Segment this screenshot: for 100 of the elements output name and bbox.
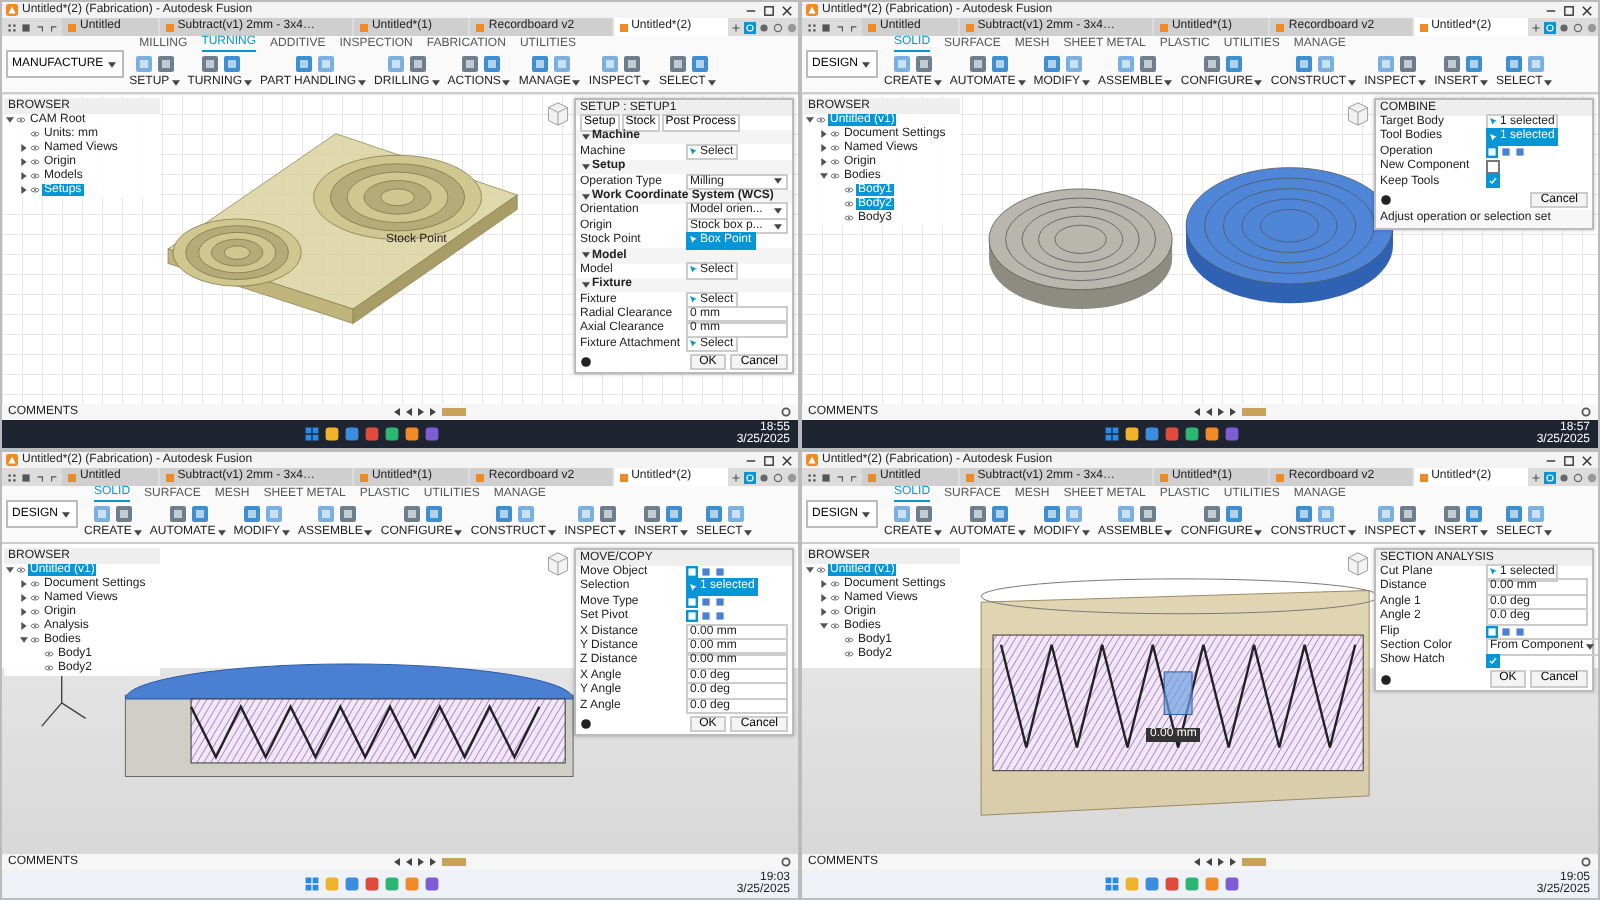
settings-icon[interactable] bbox=[780, 406, 792, 418]
tool-icon[interactable] bbox=[337, 504, 358, 524]
tool-icon[interactable] bbox=[726, 504, 747, 524]
help-icon[interactable] bbox=[772, 471, 785, 483]
user-avatar-icon[interactable] bbox=[786, 471, 798, 483]
job-status-icon[interactable] bbox=[1544, 21, 1557, 33]
visibility-icon[interactable] bbox=[16, 116, 26, 125]
notifications-icon[interactable] bbox=[1558, 21, 1571, 33]
tool-icon[interactable] bbox=[1441, 54, 1462, 74]
close-icon[interactable] bbox=[780, 3, 794, 17]
new-tab-icon[interactable] bbox=[730, 471, 743, 483]
tool-icon[interactable] bbox=[423, 504, 444, 524]
view-cube-icon[interactable] bbox=[542, 548, 574, 580]
tool-icon[interactable] bbox=[1063, 54, 1084, 74]
visibility-icon[interactable] bbox=[830, 580, 840, 589]
visibility-icon[interactable] bbox=[844, 650, 854, 659]
tool-icon[interactable] bbox=[1293, 54, 1314, 74]
info-icon[interactable] bbox=[580, 356, 592, 369]
job-status-icon[interactable] bbox=[1544, 471, 1557, 483]
start-icon[interactable] bbox=[1103, 876, 1120, 892]
visibility-icon[interactable] bbox=[830, 622, 840, 631]
tool-icon[interactable] bbox=[1115, 54, 1136, 74]
grid-menu-icon[interactable] bbox=[6, 471, 18, 483]
visibility-icon[interactable] bbox=[830, 158, 840, 167]
tool-icon[interactable] bbox=[386, 54, 407, 74]
redo-icon[interactable] bbox=[848, 471, 860, 483]
expand-caret-icon[interactable] bbox=[820, 130, 828, 139]
tool-icon[interactable] bbox=[989, 54, 1010, 74]
new-tab-icon[interactable] bbox=[730, 21, 743, 33]
tool-icon[interactable] bbox=[221, 54, 242, 74]
grid-menu-icon[interactable] bbox=[6, 21, 18, 33]
expand-caret-icon[interactable] bbox=[806, 116, 814, 125]
tool-icon[interactable] bbox=[551, 54, 572, 74]
expand-caret-icon[interactable] bbox=[820, 580, 828, 589]
tool-icon[interactable] bbox=[599, 54, 620, 74]
notifications-icon[interactable] bbox=[758, 21, 771, 33]
tool-icon[interactable] bbox=[914, 54, 935, 74]
info-icon[interactable] bbox=[1380, 193, 1392, 206]
tool-icon[interactable] bbox=[892, 504, 913, 524]
visibility-icon[interactable] bbox=[30, 594, 40, 603]
expand-caret-icon[interactable] bbox=[20, 172, 28, 181]
grid-menu-icon[interactable] bbox=[806, 471, 818, 483]
visibility-icon[interactable] bbox=[30, 608, 40, 617]
tool-icon[interactable] bbox=[1293, 504, 1314, 524]
tool-icon[interactable] bbox=[892, 54, 913, 74]
user-avatar-icon[interactable] bbox=[1586, 21, 1598, 33]
visibility-icon[interactable] bbox=[30, 186, 40, 195]
tool-icon[interactable] bbox=[1463, 504, 1484, 524]
grid-menu-icon[interactable] bbox=[806, 21, 818, 33]
visibility-icon[interactable] bbox=[830, 608, 840, 617]
tool-icon[interactable] bbox=[315, 504, 336, 524]
visibility-icon[interactable] bbox=[816, 566, 826, 575]
tool-icon[interactable] bbox=[575, 504, 596, 524]
tool-icon[interactable] bbox=[914, 504, 935, 524]
expand-caret-icon[interactable] bbox=[20, 594, 28, 603]
save-icon[interactable] bbox=[20, 471, 32, 483]
visibility-icon[interactable] bbox=[30, 158, 40, 167]
tool-icon[interactable] bbox=[156, 54, 177, 74]
visibility-icon[interactable] bbox=[830, 172, 840, 181]
view-cube-icon[interactable] bbox=[542, 98, 574, 130]
timeline-controls-icon[interactable] bbox=[389, 856, 469, 868]
tool-icon[interactable] bbox=[641, 504, 662, 524]
tool-icon[interactable] bbox=[199, 54, 220, 74]
tool-icon[interactable] bbox=[1315, 54, 1336, 74]
view-cube-icon[interactable] bbox=[1342, 548, 1374, 580]
tool-icon[interactable] bbox=[114, 504, 135, 524]
maximize-icon[interactable] bbox=[762, 453, 776, 467]
help-icon[interactable] bbox=[772, 21, 785, 33]
help-icon[interactable] bbox=[1572, 21, 1585, 33]
undo-icon[interactable] bbox=[34, 471, 46, 483]
tool-icon[interactable] bbox=[1504, 54, 1525, 74]
tool-icon[interactable] bbox=[1201, 504, 1222, 524]
undo-icon[interactable] bbox=[834, 21, 846, 33]
save-icon[interactable] bbox=[820, 21, 832, 33]
tool-icon[interactable] bbox=[315, 54, 336, 74]
timeline-controls-icon[interactable] bbox=[1189, 856, 1269, 868]
tool-icon[interactable] bbox=[1463, 54, 1484, 74]
tool-icon[interactable] bbox=[241, 504, 262, 524]
visibility-icon[interactable] bbox=[30, 130, 40, 139]
settings-icon[interactable] bbox=[1580, 856, 1592, 868]
save-icon[interactable] bbox=[20, 21, 32, 33]
timeline-controls-icon[interactable] bbox=[389, 406, 469, 418]
undo-icon[interactable] bbox=[34, 21, 46, 33]
start-icon[interactable] bbox=[1103, 426, 1120, 442]
expand-caret-icon[interactable] bbox=[20, 636, 28, 645]
checkbox[interactable] bbox=[1486, 654, 1500, 669]
visibility-icon[interactable] bbox=[44, 664, 54, 673]
tool-icon[interactable] bbox=[1504, 504, 1525, 524]
tool-icon[interactable] bbox=[989, 504, 1010, 524]
expand-caret-icon[interactable] bbox=[6, 116, 14, 125]
info-icon[interactable] bbox=[1380, 673, 1392, 686]
maximize-icon[interactable] bbox=[762, 3, 776, 17]
tool-icon[interactable] bbox=[1115, 504, 1136, 524]
maximize-icon[interactable] bbox=[1562, 3, 1576, 17]
expand-caret-icon[interactable] bbox=[820, 158, 828, 167]
job-status-icon[interactable] bbox=[744, 21, 757, 33]
tool-icon[interactable] bbox=[621, 54, 642, 74]
visibility-icon[interactable] bbox=[844, 186, 854, 195]
tool-icon[interactable] bbox=[401, 504, 422, 524]
expand-caret-icon[interactable] bbox=[20, 186, 28, 195]
